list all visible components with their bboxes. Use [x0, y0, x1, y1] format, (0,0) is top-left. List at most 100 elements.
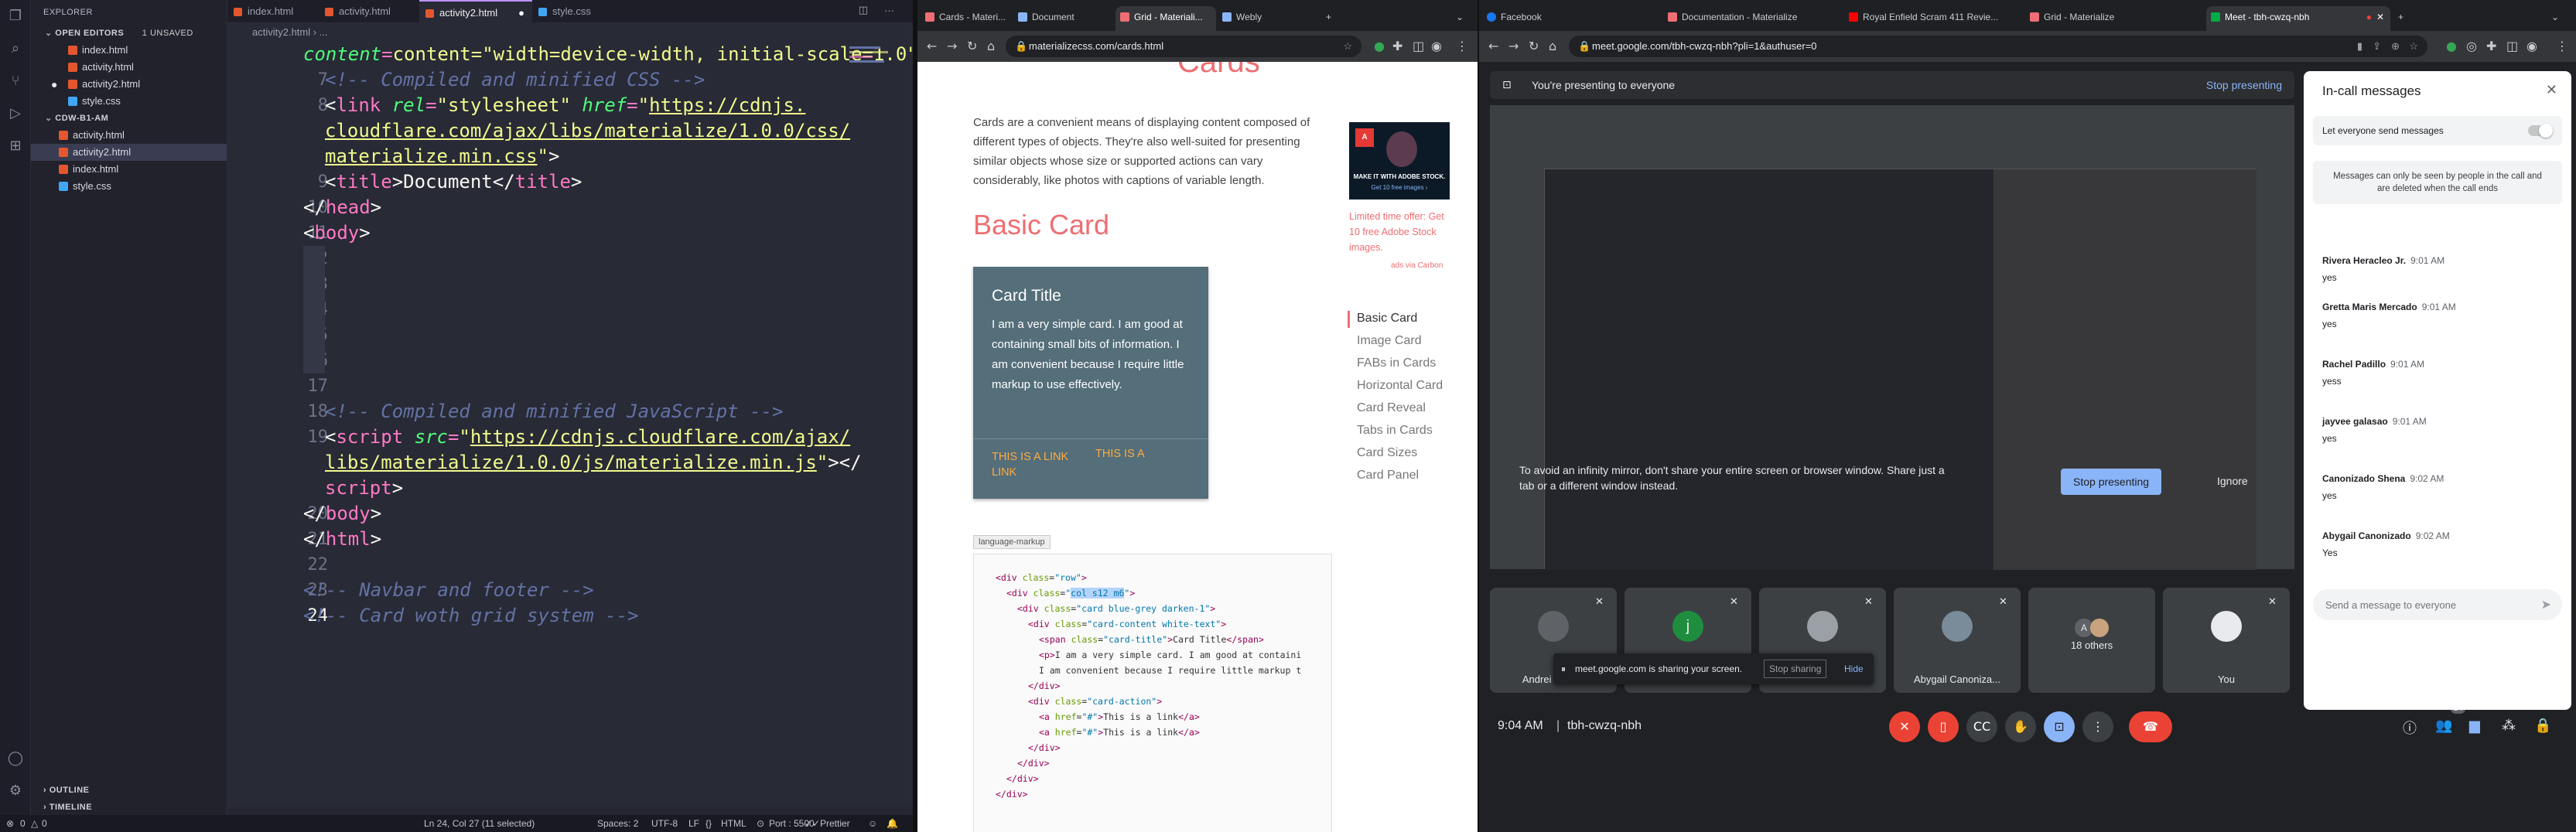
notifications-icon[interactable]: 🔔: [887, 815, 898, 832]
language-mode[interactable]: HTML: [721, 815, 746, 832]
menu-icon[interactable]: ⋮: [2556, 39, 2568, 53]
code-url[interactable]: materialize.min.css: [325, 145, 538, 167]
new-tab-button[interactable]: +: [2392, 6, 2415, 31]
timeline-section[interactable]: › TIMELINE: [43, 803, 92, 812]
browser-tab[interactable]: Webly: [1218, 6, 1318, 31]
camera-icon[interactable]: ▮: [2357, 36, 2362, 57]
browser-tab[interactable]: Royal Enfield Scram 411 Revie...: [1844, 6, 2024, 31]
home-icon[interactable]: ⌂: [987, 39, 995, 53]
ignore-button[interactable]: Ignore: [2217, 475, 2248, 487]
toc-item[interactable]: Card Panel: [1357, 465, 1419, 486]
more-options-button[interactable]: ⋮: [2082, 711, 2113, 742]
tab-style[interactable]: style.css: [532, 0, 617, 23]
present-button[interactable]: ⊡: [2044, 711, 2075, 742]
open-editor-item[interactable]: index.html: [31, 42, 227, 59]
allow-messages-toggle[interactable]: [2528, 124, 2553, 138]
browser-tab[interactable]: Documentation - Materialize: [1663, 6, 1843, 31]
browser-tab[interactable]: Meet - tbh-cwzq-nbh ● ✕: [2206, 6, 2390, 31]
tab-search-icon[interactable]: ⌄: [1451, 6, 1474, 31]
toc-item[interactable]: Card Reveal: [1357, 397, 1426, 419]
indentation[interactable]: Spaces: 2: [597, 815, 638, 832]
source-control-icon[interactable]: ⑂: [7, 73, 24, 90]
extensions-icon[interactable]: ⊞: [7, 138, 24, 155]
open-editor-item[interactable]: ● activity2.html: [31, 76, 227, 93]
toc-item[interactable]: Card Sizes: [1357, 442, 1417, 464]
breadcrumb[interactable]: activity2.html › ...: [227, 23, 913, 42]
code-url[interactable]: cloudflare.com/ajax/libs/materialize/1.0…: [325, 120, 850, 142]
split-editor-icon[interactable]: ◫: [859, 5, 868, 16]
extension-icon[interactable]: ●: [1374, 39, 1385, 53]
raise-hand-button[interactable]: ✋: [2005, 711, 2036, 742]
reload-icon[interactable]: ↻: [1529, 39, 1539, 53]
code-sample[interactable]: <div class="row"> <div class="col s12 m6…: [973, 554, 1332, 832]
sidepanel-icon[interactable]: ◫: [2506, 39, 2518, 53]
files-icon[interactable]: ❐: [7, 8, 24, 25]
captions-button[interactable]: CC: [1966, 711, 1997, 742]
back-icon[interactable]: ←: [1488, 39, 1498, 53]
cursor-position[interactable]: Ln 24, Col 27 (11 selected): [424, 815, 535, 832]
unsaved-dot-icon[interactable]: ●: [51, 76, 57, 93]
ad-via[interactable]: ads via Carbon: [1391, 261, 1443, 270]
toc-item-basic-card[interactable]: Basic Card: [1357, 308, 1417, 329]
folder-header[interactable]: ⌄ CDW-B1-AM: [45, 113, 108, 123]
forward-icon[interactable]: →: [947, 39, 957, 53]
minimap[interactable]: [849, 42, 896, 73]
people-icon[interactable]: 👥: [2435, 718, 2452, 734]
share-icon[interactable]: ⇪: [2373, 36, 2381, 57]
settings-gear-icon[interactable]: ⚙: [7, 783, 24, 800]
open-editors-header[interactable]: ⌄ OPEN EDITORS 1 UNSAVED: [45, 28, 193, 38]
folder-file-item[interactable]: style.css: [31, 178, 227, 195]
extension-icon-2[interactable]: ◎: [2466, 39, 2477, 53]
toc-item[interactable]: Horizontal Card: [1357, 375, 1443, 397]
errors-count[interactable]: 0: [20, 815, 26, 832]
bookmark-star-icon[interactable]: ☆: [1343, 36, 1352, 57]
code-url[interactable]: https://cdnjs.: [649, 94, 805, 116]
hide-button[interactable]: Hide: [1844, 653, 1864, 684]
code-url[interactable]: https://cdnjs.cloudflare.com/ajax/: [470, 426, 850, 448]
toc-item[interactable]: Image Card: [1357, 330, 1422, 352]
tab-activity[interactable]: activity.html: [319, 0, 419, 23]
ad-text[interactable]: Limited time offer: Get 10 free Adobe St…: [1349, 209, 1450, 255]
forward-icon[interactable]: →: [1508, 39, 1519, 53]
participant-tile-self[interactable]: ✕ You: [2163, 588, 2290, 693]
new-tab-button[interactable]: +: [1320, 6, 1343, 31]
stop-presenting-button[interactable]: Stop presenting: [2061, 469, 2162, 495]
unsaved-dot-icon[interactable]: ●: [518, 2, 524, 25]
host-controls-icon[interactable]: 🔒: [2534, 718, 2551, 734]
zoom-icon[interactable]: ⊕: [2391, 36, 2400, 57]
card-link-2-part[interactable]: THIS IS A: [1095, 448, 1145, 460]
outline-section[interactable]: › OUTLINE: [43, 786, 90, 795]
extension-icon[interactable]: ●: [2446, 39, 2457, 53]
account-icon[interactable]: ◯: [7, 750, 24, 767]
browser-tab[interactable]: Document: [1013, 6, 1114, 31]
folder-file-item[interactable]: activity2.html: [31, 144, 227, 161]
reload-icon[interactable]: ↻: [967, 39, 977, 53]
bookmark-star-icon[interactable]: ☆: [2409, 36, 2418, 57]
encoding[interactable]: UTF-8: [651, 815, 678, 832]
home-icon[interactable]: ⌂: [1549, 39, 1556, 53]
stop-presenting-link[interactable]: Stop presenting: [2206, 71, 2282, 99]
menu-icon[interactable]: ⋮: [1456, 39, 1468, 53]
run-debug-icon[interactable]: ▷: [7, 105, 24, 122]
chat-message-input[interactable]: [2325, 589, 2526, 620]
card-link-2-wrap[interactable]: LINK: [992, 466, 1016, 479]
camera-toggle-button[interactable]: ▯: [1928, 711, 1959, 742]
stop-sharing-button[interactable]: Stop sharing: [1764, 660, 1827, 678]
browser-tab[interactable]: Facebook: [1482, 6, 1662, 31]
folder-file-item[interactable]: index.html: [31, 161, 227, 178]
participant-tile-others[interactable]: A 18 others: [2028, 588, 2155, 693]
feedback-icon[interactable]: ☺: [868, 815, 877, 832]
remote-icon[interactable]: ⊗: [6, 815, 14, 832]
ad-image[interactable]: A MAKE IT WITH ADOBE STOCK. Get 10 free …: [1349, 122, 1450, 199]
browser-tab[interactable]: Cards - Materi...: [921, 6, 1012, 31]
info-icon[interactable]: ⓘ: [2403, 718, 2417, 738]
send-icon[interactable]: ➤: [2541, 597, 2551, 612]
prettier[interactable]: Prettier: [820, 815, 850, 832]
chat-icon[interactable]: ▆: [2469, 718, 2480, 734]
url-bar[interactable]: 🔒 materializecss.com/cards.html ☆: [1006, 36, 1361, 57]
toc-item[interactable]: Tabs in Cards: [1357, 420, 1433, 442]
puzzle-icon[interactable]: ✚: [1392, 39, 1402, 53]
browser-tab[interactable]: Grid - Materiali...: [1115, 6, 1216, 31]
back-icon[interactable]: ←: [927, 39, 937, 53]
more-actions-icon[interactable]: ···: [884, 5, 894, 16]
